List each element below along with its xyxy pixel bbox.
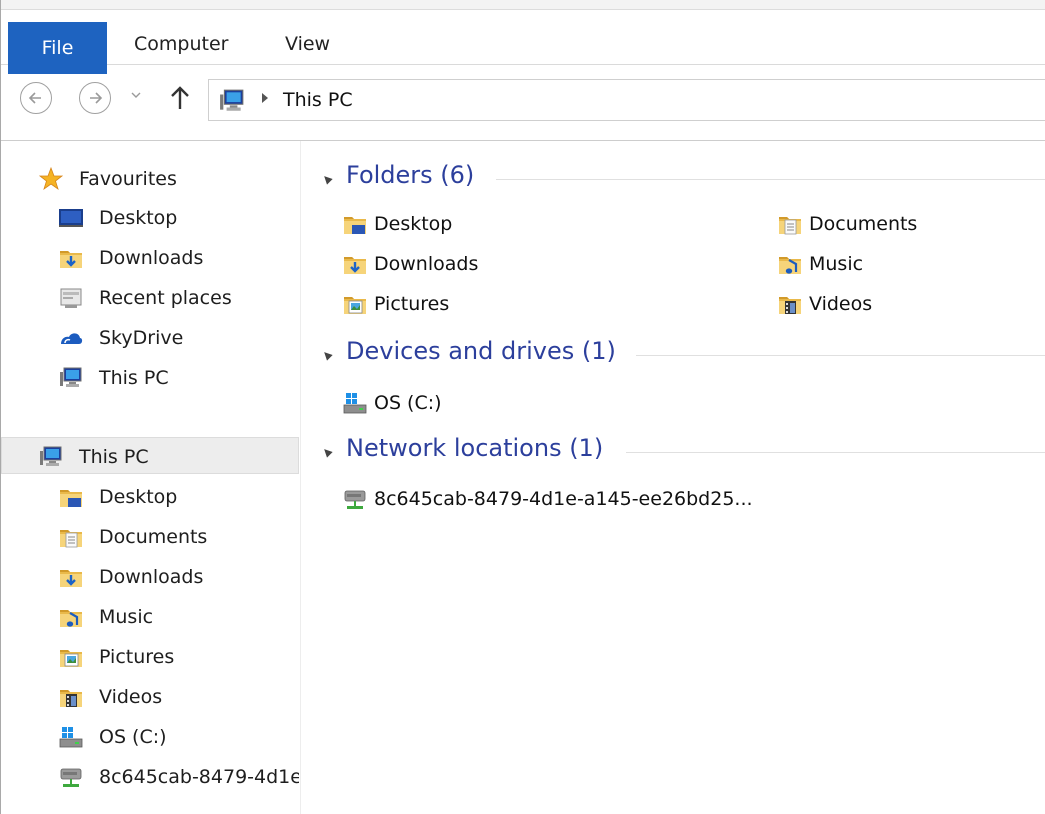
- folder-desktop[interactable]: Desktop: [343, 208, 643, 240]
- network-location-icon: [60, 768, 82, 787]
- folder-downloads[interactable]: Downloads: [343, 248, 643, 280]
- nav-label: Favourites: [79, 168, 177, 190]
- nav-item-favourites-downloads[interactable]: Downloads: [59, 241, 299, 275]
- nav-item-music[interactable]: Music: [59, 600, 299, 634]
- group-header-devices-and-drives[interactable]: Devices and drives (1): [320, 337, 1045, 373]
- nav-label: This PC: [99, 367, 169, 389]
- nav-item-skydrive[interactable]: SkyDrive: [59, 321, 299, 355]
- title-bar-strip: [1, 0, 1045, 10]
- item-label: Music: [809, 253, 864, 275]
- folder-music[interactable]: Music: [778, 248, 1038, 280]
- nav-label: Music: [99, 606, 154, 628]
- arrow-right-icon: [90, 92, 103, 104]
- recent-places-icon: [60, 288, 82, 308]
- navigation-pane: Favourites Desktop Downloads Recent plac…: [1, 141, 301, 814]
- nav-item-videos[interactable]: Videos: [59, 680, 299, 714]
- nav-label: OS (C:): [99, 726, 167, 748]
- desktop-folder-icon: [343, 212, 367, 234]
- item-label: Documents: [809, 213, 918, 235]
- item-label: 8c645cab-8479-4d1e-a145-ee26bd25...: [374, 488, 753, 510]
- file-explorer-window: File Computer View This PC Favourites De…: [0, 0, 1045, 814]
- drive-icon: [343, 393, 367, 414]
- forward-button[interactable]: [79, 82, 111, 114]
- nav-item-downloads[interactable]: Downloads: [59, 560, 299, 594]
- nav-item-network-location[interactable]: 8c645cab-8479-4d1e: [59, 760, 299, 794]
- drive-os-c[interactable]: OS (C:): [343, 387, 643, 419]
- nav-item-favourites-desktop[interactable]: Desktop: [59, 201, 299, 235]
- item-label: Desktop: [374, 213, 453, 235]
- item-label: Videos: [809, 293, 873, 315]
- item-label: Downloads: [374, 253, 479, 275]
- downloads-folder-icon: [59, 246, 83, 270]
- navigation-toolbar: This PC: [1, 64, 1045, 141]
- music-folder-icon: [59, 605, 83, 629]
- group-divider: [496, 179, 1045, 180]
- ribbon-tab-bar: File Computer View: [1, 10, 1045, 74]
- desktop-icon: [59, 209, 83, 227]
- up-arrow-icon[interactable]: [167, 83, 193, 113]
- nav-item-favourites-this-pc[interactable]: This PC: [59, 361, 299, 395]
- nav-label: Videos: [99, 686, 163, 708]
- nav-item-documents[interactable]: Documents: [59, 520, 299, 554]
- nav-favourites[interactable]: Favourites: [39, 162, 289, 196]
- group-header-folders[interactable]: Folders (6): [320, 161, 1045, 197]
- videos-folder-icon: [59, 685, 83, 707]
- network-location-icon: [344, 490, 366, 509]
- music-folder-icon: [778, 252, 802, 276]
- nav-label: 8c645cab-8479-4d1e: [99, 766, 299, 788]
- nav-item-os-drive[interactable]: OS (C:): [59, 720, 299, 754]
- nav-label: This PC: [79, 446, 149, 468]
- group-header-network-locations[interactable]: Network locations (1): [320, 434, 1045, 470]
- nav-item-recent-places[interactable]: Recent places: [59, 281, 299, 315]
- nav-label: Downloads: [99, 247, 204, 269]
- pictures-folder-icon: [343, 292, 367, 316]
- this-pc-icon: [218, 88, 246, 114]
- nav-label: SkyDrive: [99, 327, 184, 349]
- recent-locations-chevron-icon[interactable]: [131, 91, 141, 99]
- collapse-triangle-icon[interactable]: [321, 173, 333, 185]
- group-title: Devices and drives (1): [346, 337, 616, 365]
- nav-label: Desktop: [99, 486, 178, 508]
- documents-folder-icon: [59, 525, 83, 548]
- pictures-folder-icon: [59, 645, 83, 669]
- nav-label: Desktop: [99, 207, 178, 229]
- desktop-folder-icon: [59, 485, 83, 507]
- breadcrumb-separator-icon[interactable]: [262, 93, 268, 103]
- skydrive-icon: [61, 333, 83, 344]
- folder-videos[interactable]: Videos: [778, 288, 1038, 320]
- downloads-folder-icon: [343, 252, 367, 276]
- content-pane: Folders (6) Desktop Documents Downloads …: [302, 141, 1045, 814]
- collapse-triangle-icon[interactable]: [321, 446, 333, 458]
- nav-label: Recent places: [99, 287, 232, 309]
- group-title: Folders (6): [346, 161, 475, 189]
- drive-icon: [59, 727, 83, 748]
- group-title: Network locations (1): [346, 434, 604, 462]
- group-divider: [626, 452, 1045, 453]
- nav-label: Pictures: [99, 646, 175, 668]
- downloads-folder-icon: [59, 565, 83, 589]
- item-label: Pictures: [374, 293, 450, 315]
- videos-folder-icon: [778, 292, 802, 314]
- documents-folder-icon: [778, 212, 802, 235]
- star-icon: [39, 167, 63, 191]
- back-button[interactable]: [20, 82, 52, 114]
- group-divider: [636, 355, 1045, 356]
- arrow-left-icon: [28, 92, 41, 104]
- network-location-item[interactable]: 8c645cab-8479-4d1e-a145-ee26bd25...: [343, 483, 803, 515]
- folder-documents[interactable]: Documents: [778, 208, 1038, 240]
- this-pc-icon: [39, 445, 63, 469]
- nav-item-desktop[interactable]: Desktop: [59, 480, 299, 514]
- item-label: OS (C:): [374, 392, 442, 414]
- this-pc-icon: [59, 366, 83, 390]
- nav-label: Documents: [99, 526, 208, 548]
- nav-this-pc[interactable]: This PC: [39, 440, 289, 474]
- address-bar[interactable]: This PC: [208, 79, 1045, 121]
- nav-item-pictures[interactable]: Pictures: [59, 640, 299, 674]
- nav-label: Downloads: [99, 566, 204, 588]
- folder-pictures[interactable]: Pictures: [343, 288, 643, 320]
- collapse-triangle-icon[interactable]: [321, 349, 333, 361]
- breadcrumb-this-pc[interactable]: This PC: [283, 89, 353, 111]
